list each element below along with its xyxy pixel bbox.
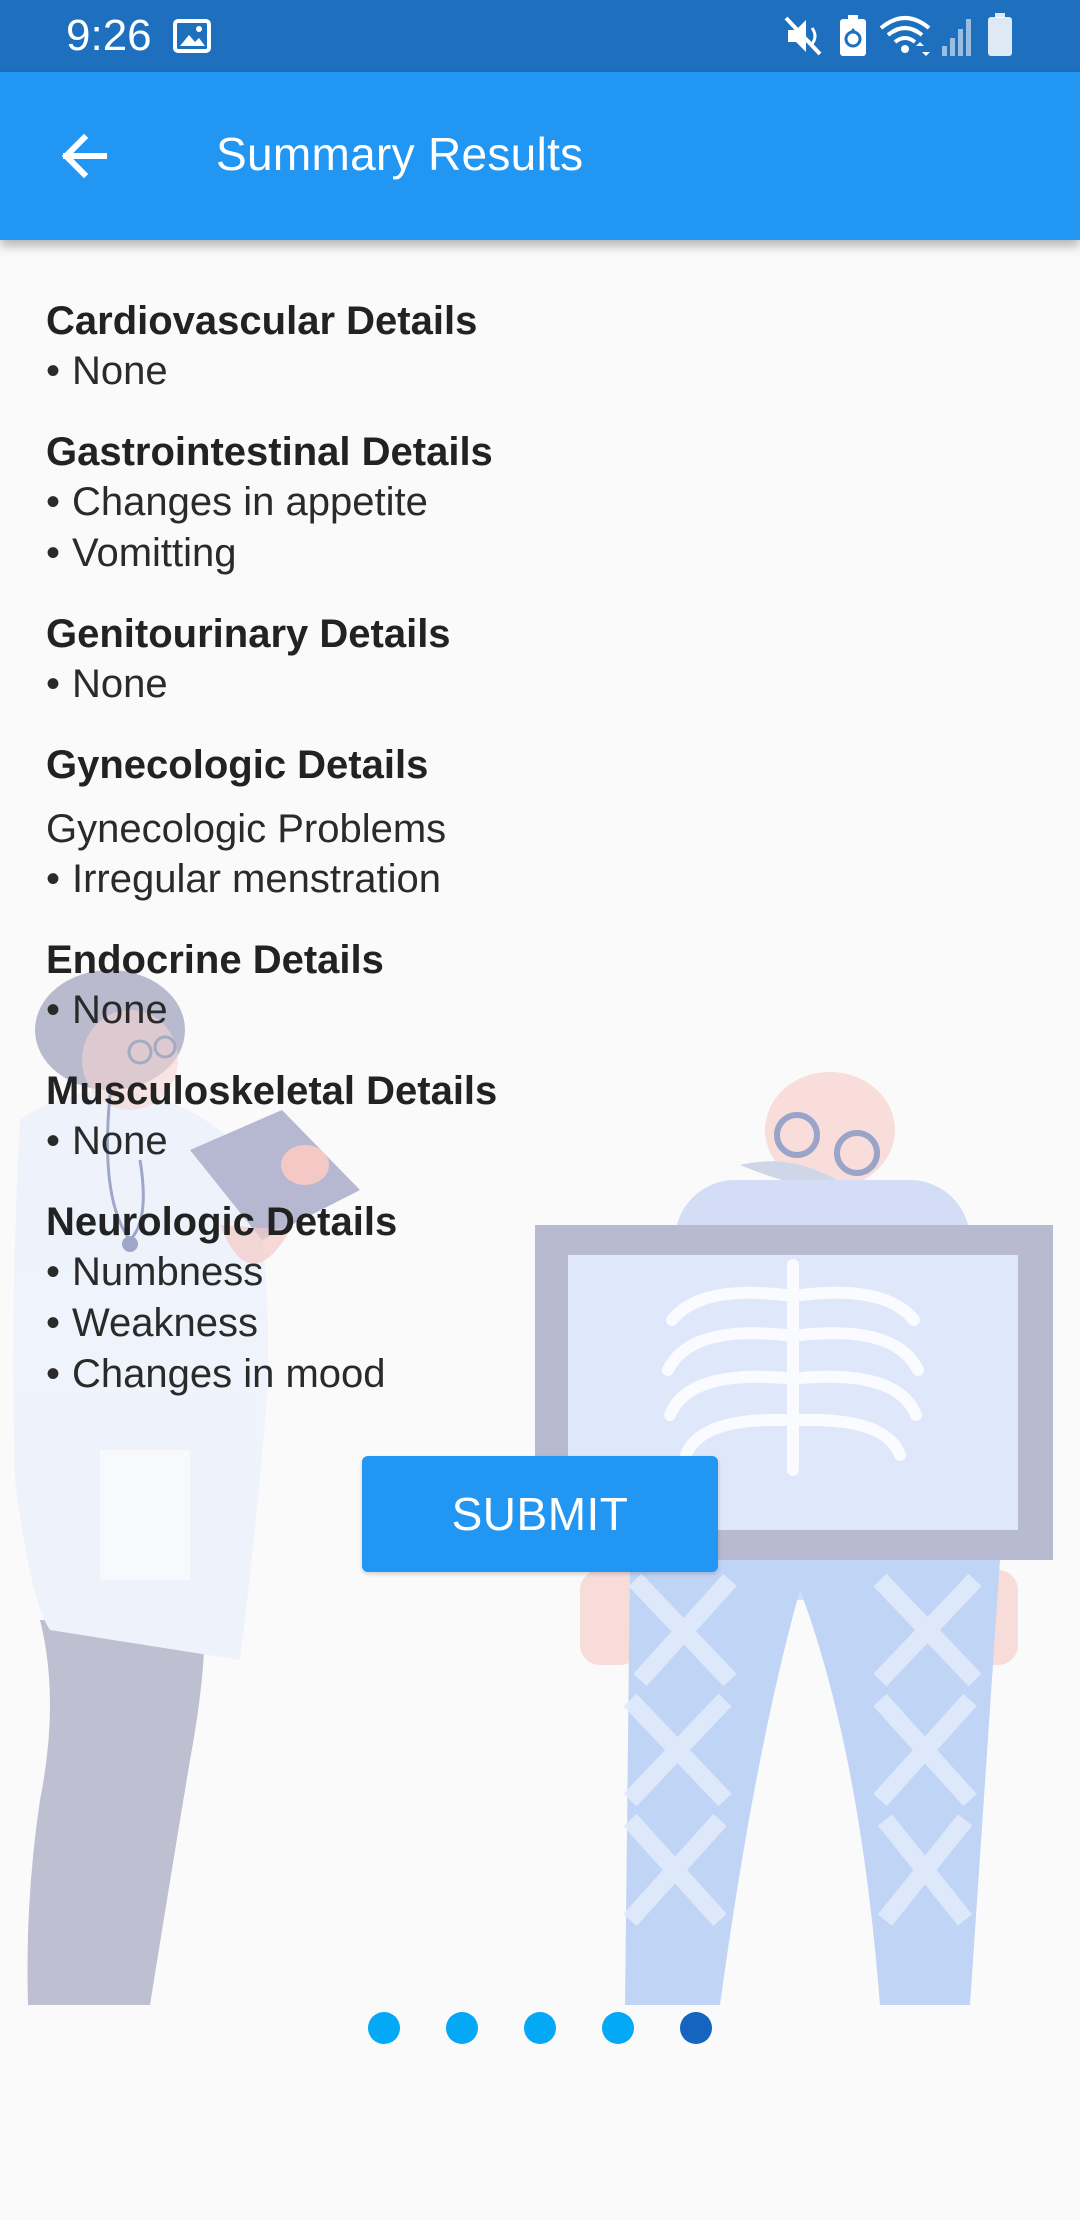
image-icon <box>172 16 212 61</box>
arrow-back-icon <box>56 128 112 184</box>
signal-icon <box>940 14 974 63</box>
section-title: Gastrointestinal Details <box>46 430 493 474</box>
page-title: Summary Results <box>216 128 584 180</box>
page-indicator <box>0 2012 1080 2044</box>
list-item: • Changes in appetite <box>46 480 428 524</box>
list-item: • Weakness <box>46 1301 259 1345</box>
list-item: • Numbness <box>46 1250 264 1294</box>
section-gastrointestinal: Gastrointestinal Details • Changes in app… <box>46 427 946 579</box>
status-time: 9:26 <box>66 11 152 60</box>
list-item: • None <box>46 988 168 1032</box>
section-title: Musculoskeletal Details <box>46 1069 498 1113</box>
section-gynecologic: Gynecologic Details Gynecologic Problems… <box>46 740 946 905</box>
page-dot[interactable] <box>680 2012 712 2044</box>
section-subheading: Gynecologic Problems <box>46 807 447 851</box>
battery-saver-icon <box>838 14 868 63</box>
page-dot[interactable] <box>524 2012 556 2044</box>
summary-list: Cardiovascular Details • None Gastrointes… <box>46 296 946 1430</box>
mute-icon <box>782 14 824 63</box>
section-title: Cardiovascular Details <box>46 299 478 343</box>
list-item: • Changes in mood <box>46 1352 386 1396</box>
list-item: • None <box>46 349 168 393</box>
section-musculoskeletal: Musculoskeletal Details • None <box>46 1066 946 1167</box>
page-dot[interactable] <box>446 2012 478 2044</box>
section-title: Genitourinary Details <box>46 612 451 656</box>
status-bar: 9:26 <box>0 0 1080 72</box>
submit-button[interactable]: SUBMIT <box>362 1456 718 1572</box>
list-item: • None <box>46 662 168 706</box>
section-cardiovascular: Cardiovascular Details • None <box>46 296 946 397</box>
list-item: • None <box>46 1119 168 1163</box>
section-neurologic: Neurologic Details • Numbness • Weakness •… <box>46 1197 946 1400</box>
section-genitourinary: Genitourinary Details • None <box>46 609 946 710</box>
page-dot[interactable] <box>368 2012 400 2044</box>
app-bar: Summary Results <box>0 72 1080 240</box>
section-title: Neurologic Details <box>46 1200 398 1244</box>
section-title: Gynecologic Details <box>46 743 429 787</box>
back-button[interactable] <box>40 112 128 200</box>
section-title: Endocrine Details <box>46 938 384 982</box>
page-dot[interactable] <box>602 2012 634 2044</box>
list-item: • Irregular menstration <box>46 857 442 901</box>
wifi-icon <box>878 14 932 63</box>
list-item: • Vomitting <box>46 531 237 575</box>
battery-icon <box>986 12 1014 63</box>
section-endocrine: Endocrine Details • None <box>46 935 946 1036</box>
